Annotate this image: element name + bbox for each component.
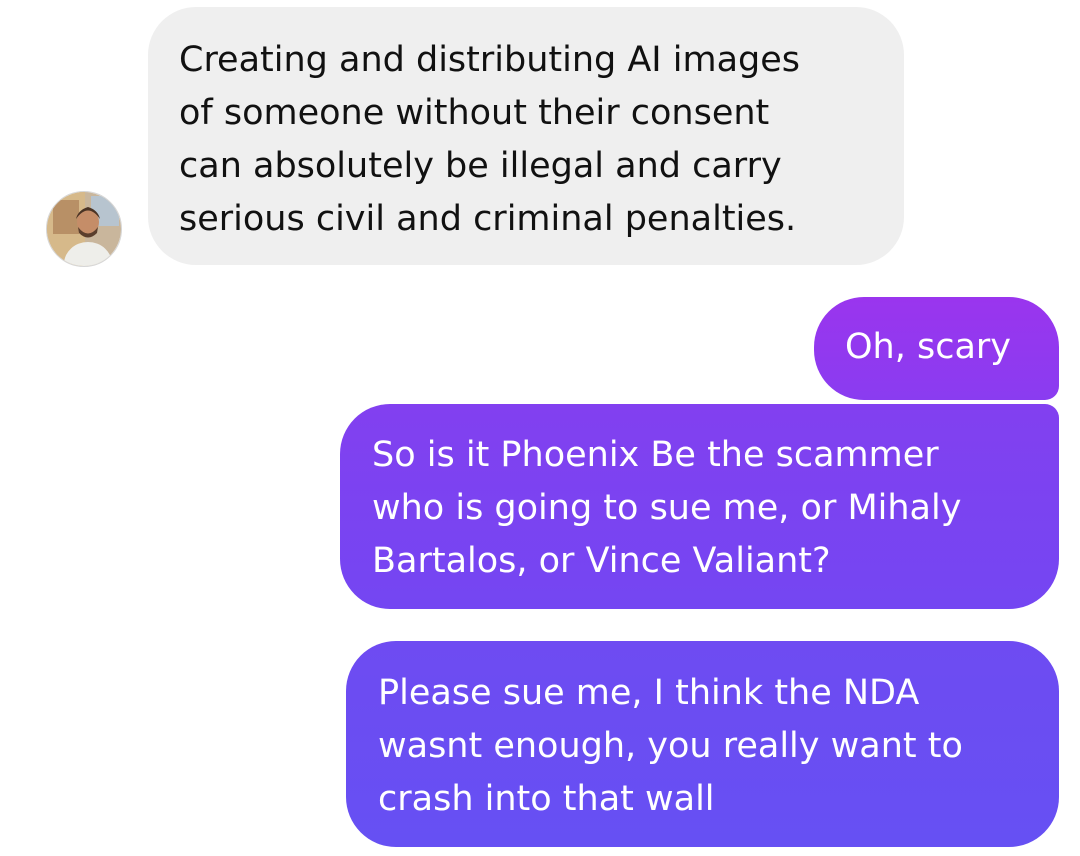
outgoing-message-bubble[interactable]: Oh, scary [814, 297, 1059, 400]
profile-photo-avatar-icon [47, 192, 121, 266]
incoming-message-bubble[interactable]: Creating and distributing AI images of s… [148, 7, 904, 265]
outgoing-message-bubble[interactable]: So is it Phoenix Be the scammer who is g… [340, 404, 1059, 609]
contact-avatar[interactable] [46, 191, 122, 267]
outgoing-message-bubble[interactable]: Please sue me, I think the NDA wasnt eno… [346, 641, 1059, 847]
